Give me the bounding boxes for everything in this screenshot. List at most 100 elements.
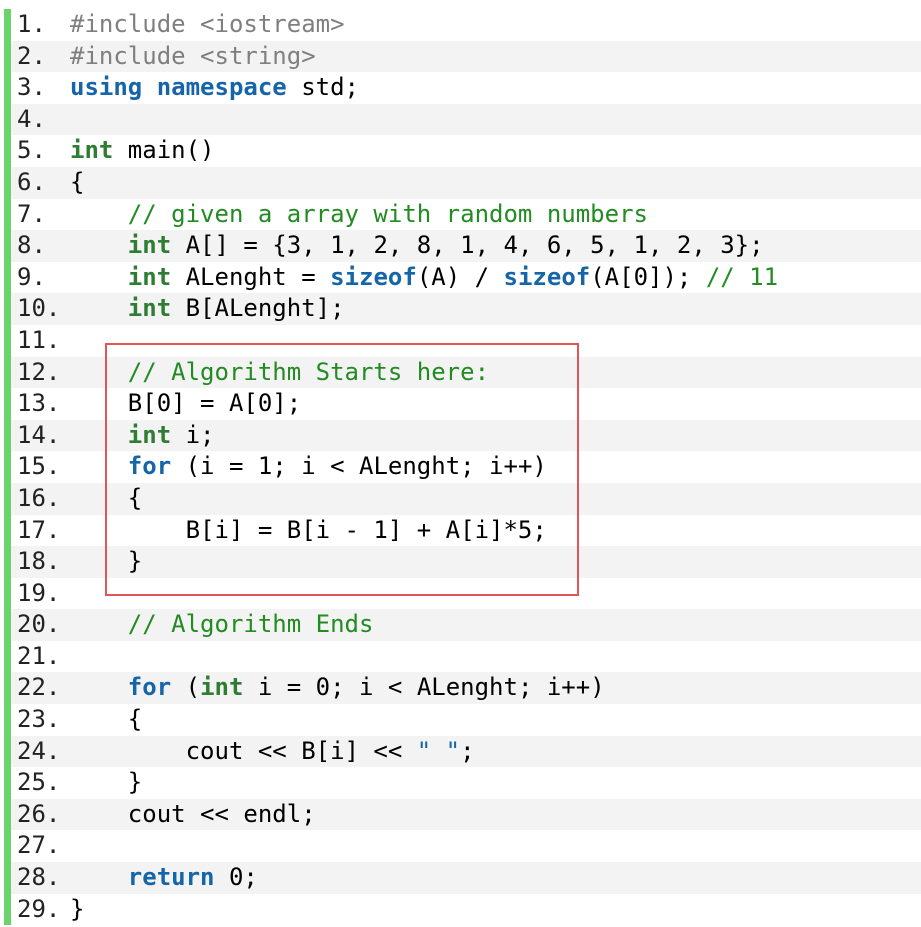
line-number: 2. (17, 41, 46, 70)
code-line: 16. { (4, 482, 921, 515)
code-token: // Algorithm Ends (127, 610, 374, 639)
code-token: #include <string> (70, 41, 316, 70)
code-text: int main() (70, 135, 215, 167)
line-number: 10. (17, 294, 61, 323)
code-token: { (70, 705, 143, 734)
line-number: 5. (17, 136, 46, 165)
code-token: A[] = {3, 1, 2, 8, 1, 4, 6, 5, 1, 2, 3}; (171, 231, 764, 260)
code-line: 26. cout << endl; (4, 798, 921, 831)
code-token: sizeof (330, 262, 417, 291)
line-number: 1. (17, 10, 46, 38)
code-token: // given a array with random numbers (127, 199, 648, 228)
line-number: 21. (17, 641, 61, 670)
code-text: int i; (70, 420, 215, 452)
code-text: { (70, 704, 142, 736)
code-line: 25. } (4, 767, 921, 799)
code-token: } (70, 894, 85, 923)
code-token: for (127, 673, 172, 702)
line-number: 7. (17, 199, 46, 228)
code-line: 10. int B[ALenght]; (4, 293, 921, 325)
code-token: int (200, 673, 244, 702)
code-line: 9. int ALenght = sizeof(A) / sizeof(A[0]… (4, 261, 921, 294)
code-token: int (127, 262, 172, 291)
code-text: int A[] = {3, 1, 2, 8, 1, 4, 6, 5, 1, 2,… (70, 230, 764, 262)
code-line: 19. (4, 577, 921, 610)
line-number: 12. (17, 357, 61, 386)
code-token: int (127, 231, 172, 260)
code-line: 1. #include <iostream> (4, 9, 921, 41)
code-line: 8. int A[] = {3, 1, 2, 8, 1, 4, 6, 5, 1,… (4, 230, 921, 262)
code-line: 18. } (4, 546, 921, 578)
line-number: 3. (17, 73, 46, 102)
code-token: B[i] = B[i - 1] + A[i]*5; (70, 515, 547, 544)
code-token: sizeof (503, 262, 591, 291)
code-text: } (70, 546, 142, 578)
code-text: cout << endl; (70, 799, 316, 831)
code-token: #include <iostream> (70, 10, 345, 38)
code-line: 5. int main() (4, 135, 921, 167)
code-text: return 0; (70, 862, 258, 894)
line-number: 13. (17, 389, 61, 418)
code-line: 7. // given a array with random numbers (4, 198, 921, 231)
code-text: B[i] = B[i - 1] + A[i]*5; (70, 515, 547, 547)
code-line: 29.} (4, 893, 921, 926)
code-line: 11. (4, 324, 921, 357)
code-text: } (70, 767, 142, 799)
code-token: // Algorithm Starts here: (127, 357, 490, 386)
code-text: #include <string> (70, 41, 316, 73)
code-line: 12. // Algorithm Starts here: (4, 356, 921, 389)
code-token: int (70, 136, 114, 165)
code-token: B[ALenght]; (171, 294, 345, 323)
code-line: 4. (4, 103, 921, 136)
code-token: " " (416, 736, 461, 765)
line-number: 23. (17, 705, 61, 734)
code-text: { (70, 167, 84, 199)
line-number: 14. (17, 420, 61, 449)
code-token: B[0] = A[0]; (70, 389, 302, 418)
line-number: 26. (17, 799, 61, 828)
code-text: } (70, 894, 84, 926)
code-text: for (i = 1; i < ALenght; i++) (70, 451, 547, 483)
code-token: { (70, 483, 143, 512)
line-number: 6. (17, 167, 46, 196)
code-text: // given a array with random numbers (70, 199, 648, 231)
line-number: 28. (17, 863, 61, 892)
line-number: 22. (17, 673, 61, 702)
code-token: { (70, 167, 85, 196)
code-line: 3. using namespace std; (4, 72, 921, 104)
code-text: // Algorithm Starts here: (70, 357, 489, 389)
code-text: int ALenght = sizeof(A) / sizeof(A[0]); … (70, 262, 778, 294)
line-number: 24. (17, 736, 61, 765)
code-line: 24. cout << B[i] << " "; (4, 735, 921, 768)
line-number: 8. (17, 231, 46, 260)
code-token: std; (286, 73, 359, 102)
code-token: (A) / (416, 262, 504, 291)
line-number: 9. (17, 262, 46, 291)
line-number: 15. (17, 452, 61, 481)
code-text: B[0] = A[0]; (70, 388, 301, 420)
code-token: ; (460, 736, 475, 765)
code-token: ALenght = (171, 262, 331, 291)
code-line: 13. B[0] = A[0]; (4, 388, 921, 420)
code-token: } (70, 768, 143, 797)
code-token: namespace (156, 73, 287, 102)
code-text: using namespace std; (70, 72, 359, 104)
code-text: for (int i = 0; i < ALenght; i++) (70, 672, 605, 704)
code-token: } (70, 547, 143, 576)
line-number: 20. (17, 610, 61, 639)
code-text: cout << B[i] << " "; (70, 736, 475, 768)
code-token: // 11 (705, 262, 779, 291)
line-number: 17. (17, 515, 61, 544)
line-number: 11. (17, 325, 61, 354)
code-token: (i = 1; i < ALenght; i++) (171, 452, 547, 481)
code-token: cout << endl; (70, 799, 316, 828)
code-text: #include <iostream> (70, 9, 345, 41)
code-line: 15. for (i = 1; i < ALenght; i++) (4, 451, 921, 483)
code-line: 23. { (4, 704, 921, 736)
code-token: return (127, 863, 215, 892)
